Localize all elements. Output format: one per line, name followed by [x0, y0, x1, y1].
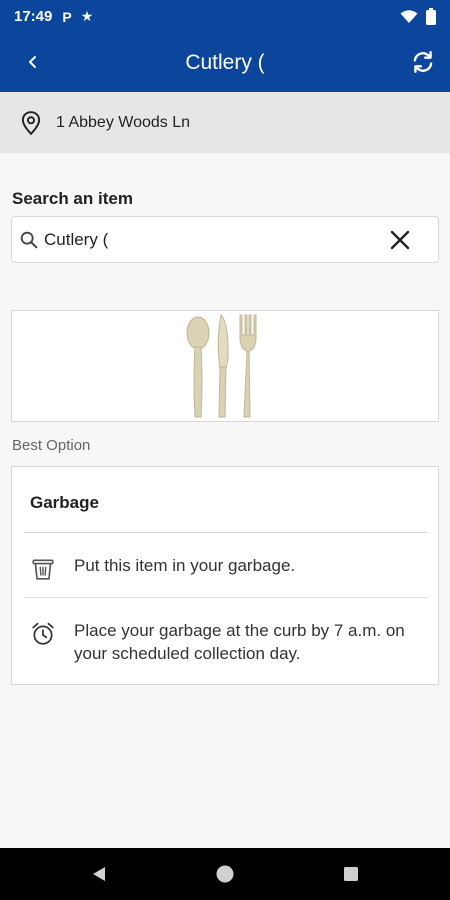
- best-option-label: Best Option: [12, 437, 91, 454]
- disposal-option-card: Garbage Put this item in your garbage. P…: [11, 466, 439, 685]
- back-button[interactable]: [20, 49, 46, 75]
- status-time: 17:49: [14, 8, 53, 25]
- home-circle-icon[interactable]: [215, 864, 235, 884]
- battery-icon: [426, 8, 436, 25]
- search-label: Search an item: [12, 189, 133, 208]
- back-triangle-icon[interactable]: [89, 864, 109, 884]
- cutlery-illustration: [186, 313, 257, 418]
- search-input[interactable]: [44, 229, 388, 250]
- address-text: 1 Abbey Woods Ln: [56, 113, 191, 131]
- status-bar: 17:49 P ★: [0, 0, 450, 33]
- star-icon: ★: [80, 8, 94, 24]
- search-icon: [20, 231, 38, 248]
- item-image: [11, 310, 439, 422]
- instruction-text: Put this item in your garbage.: [74, 556, 296, 575]
- instruction-row: Place your garbage at the curb by 7 a.m.…: [30, 619, 414, 665]
- wifi-icon: [400, 9, 418, 23]
- page-title: Cutlery (: [185, 50, 265, 74]
- instruction-text: Place your garbage at the curb by 7 a.m.…: [74, 621, 405, 663]
- recents-square-icon[interactable]: [341, 864, 361, 884]
- location-pin-icon: [21, 110, 41, 135]
- app-bar: Cutlery (: [0, 33, 450, 92]
- parking-icon: P: [62, 8, 72, 25]
- refresh-icon[interactable]: [410, 49, 436, 75]
- system-nav-bar: [0, 848, 450, 900]
- instruction-row: Put this item in your garbage.: [30, 554, 414, 582]
- alarm-clock-icon: [32, 622, 54, 645]
- divider: [24, 597, 428, 598]
- disposal-category-title: Garbage: [30, 493, 99, 512]
- divider: [24, 532, 428, 533]
- search-box[interactable]: [11, 216, 439, 263]
- garbage-bin-icon: [32, 559, 54, 580]
- address-bar[interactable]: 1 Abbey Woods Ln: [0, 92, 450, 153]
- chevron-left-icon: [29, 56, 36, 68]
- close-icon[interactable]: [388, 228, 412, 252]
